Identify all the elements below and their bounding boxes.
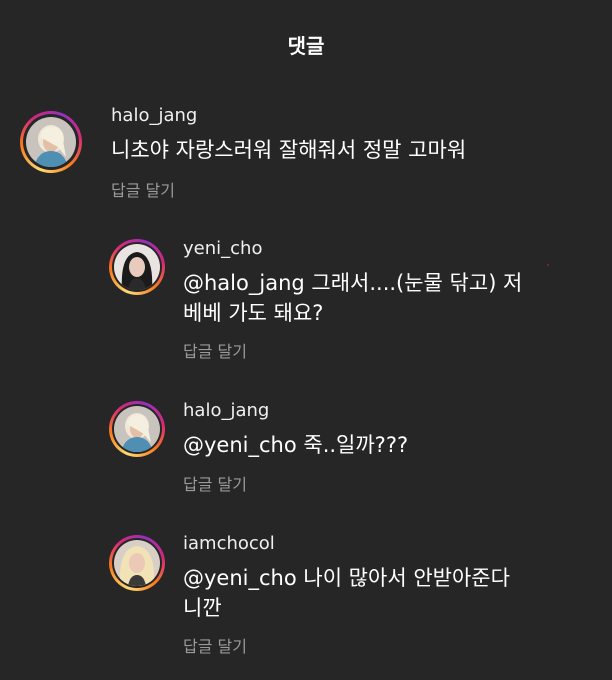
comment-text: 니초야 자랑스러워 잘해줘서 정말 고마워 <box>111 138 467 162</box>
profile-photo-icon <box>26 117 76 167</box>
profile-photo-icon <box>114 406 160 452</box>
comment-username[interactable]: halo_jang <box>111 105 197 126</box>
comment-text: @yeni_cho 죽..일까??? <box>183 433 409 457</box>
comment-username[interactable]: halo_jang <box>183 400 269 421</box>
avatar[interactable] <box>109 401 165 457</box>
page-title: 댓글 <box>287 34 325 58</box>
comment-text: @halo_jang 그래서....(눈물 닦고) 저 베베 가도 돼요? <box>183 271 523 325</box>
avatar[interactable] <box>109 239 165 295</box>
avatar[interactable] <box>20 111 82 173</box>
profile-photo-icon <box>114 244 160 290</box>
reply-button[interactable]: 답글 달기 <box>183 471 247 495</box>
reply-button[interactable]: 답글 달기 <box>183 338 247 362</box>
comment-username[interactable]: yeni_cho <box>183 238 262 259</box>
comment-text: @yeni_cho 나이 많아서 안받아준다니깐 <box>183 566 510 620</box>
decorative-dot <box>547 264 549 266</box>
avatar[interactable] <box>109 535 165 591</box>
comment-username[interactable]: iamchocol <box>183 533 275 554</box>
reply-button[interactable]: 답글 달기 <box>183 633 247 657</box>
profile-photo-icon <box>114 540 160 586</box>
reply-button[interactable]: 답글 달기 <box>111 177 175 201</box>
